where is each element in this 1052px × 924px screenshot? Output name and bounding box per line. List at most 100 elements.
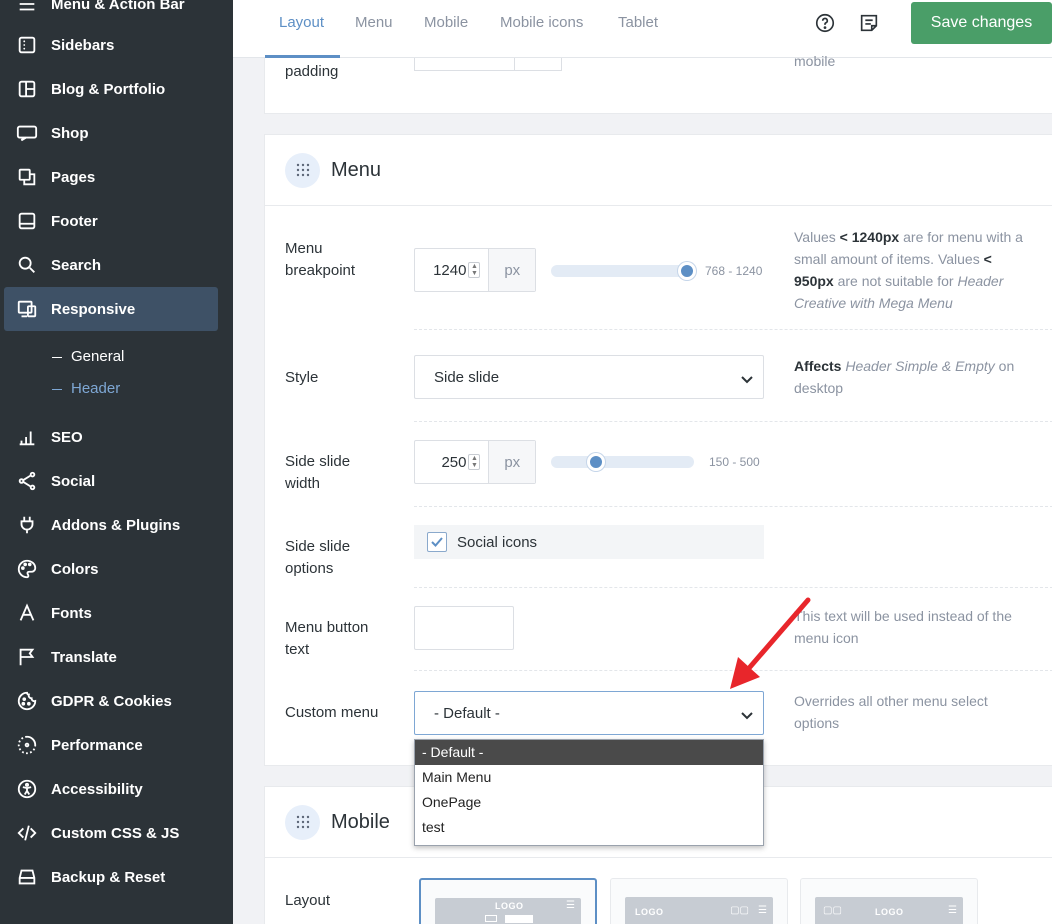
sidebar-item-shop[interactable]: Shop — [4, 111, 218, 155]
sidebar-item-backup-reset[interactable]: Backup & Reset — [4, 855, 218, 899]
custom-menu-dropdown: - Default - Main Menu OnePage test — [414, 739, 764, 846]
mobile-layout-option-3[interactable]: ▢▢ LOGO ☰ — [800, 878, 978, 924]
dash-icon — [52, 356, 62, 358]
menu-breakpoint-unit: px — [488, 249, 535, 291]
hamburger-icon: ☰ — [758, 905, 767, 916]
sidebar-subitem-header[interactable]: Header — [52, 380, 120, 397]
font-icon — [14, 602, 40, 624]
padding-input[interactable] — [414, 58, 562, 71]
tab-menu[interactable]: Menu — [355, 14, 393, 31]
sidebar-item-pages[interactable]: Pages — [4, 155, 218, 199]
menu-breakpoint-slider[interactable] — [551, 262, 696, 280]
sidebar-item-fonts[interactable]: Fonts — [4, 591, 218, 635]
social-icons-label: Social icons — [457, 533, 538, 551]
sidebar-item-label: Accessibility — [51, 780, 143, 798]
hamburger-icon: ☰ — [948, 905, 957, 916]
spinner-icon[interactable]: ▲ ▼ — [468, 454, 481, 470]
slider-handle[interactable] — [586, 453, 605, 471]
sidebar-item-label: Social — [51, 472, 96, 490]
sidebar-item-label: Colors — [51, 560, 99, 578]
sidebar-item-footer[interactable]: Footer — [4, 199, 218, 243]
sidebar-item-label: Custom CSS & JS — [51, 824, 180, 842]
sidebar-item-label: SEO — [51, 428, 83, 446]
tile-logo-text: LOGO — [495, 901, 524, 911]
sidebar-item-responsive[interactable]: Responsive — [4, 287, 218, 331]
menu-breakpoint-label: Menu breakpoint — [285, 240, 356, 279]
cookie-icon — [14, 690, 40, 712]
woo-icon — [14, 122, 40, 144]
dropdown-option[interactable]: OnePage — [415, 790, 763, 815]
sidebar-item-blog-portfolio[interactable]: Blog & Portfolio — [4, 67, 218, 111]
menu-card: Menu Menu breakpoint 1240 ▲ ▼ px 768 - 124… — [264, 134, 1052, 766]
sidebar-subitem-general[interactable]: General — [52, 348, 124, 365]
save-button[interactable]: Save changes — [911, 2, 1052, 44]
sidebar-item-label: Fonts — [51, 604, 92, 622]
pages-icon — [14, 166, 40, 188]
slider-handle[interactable] — [678, 262, 696, 280]
icon-box — [485, 915, 497, 922]
side-slide-width-input[interactable]: 250 ▲ ▼ px — [414, 440, 536, 484]
gauge-icon — [14, 734, 40, 756]
tab-mobile[interactable]: Mobile — [424, 14, 468, 31]
spinner-icon[interactable]: ▲ ▼ — [468, 262, 481, 278]
mobile-layout-option-2[interactable]: LOGO ▢▢ ☰ — [610, 878, 788, 924]
devices-icon — [14, 298, 40, 320]
menu-card-header: Menu — [265, 135, 1052, 206]
sidebar-item-label: Addons & Plugins — [51, 516, 181, 534]
layout-card-partial: padding mobile — [264, 53, 1052, 114]
sidebar-icon — [14, 34, 40, 56]
sidebar-subitem-label: General — [71, 348, 125, 365]
dropdown-option[interactable]: Main Menu — [415, 765, 763, 790]
sidebar-item-social[interactable]: Social — [4, 459, 218, 503]
palette-icon — [14, 558, 40, 580]
row-divider — [414, 587, 1052, 588]
custom-menu-select[interactable]: - Default - — [414, 691, 764, 735]
drag-grid-icon — [285, 152, 320, 188]
tab-tablet[interactable]: Tablet — [618, 14, 658, 31]
social-icons-option[interactable]: Social icons — [414, 525, 764, 559]
accessibility-icon — [14, 778, 40, 800]
side-slide-width-slider[interactable] — [551, 453, 694, 471]
sidebar-item-label: Sidebars — [51, 36, 115, 54]
sidebar-item-label: GDPR & Cookies — [51, 692, 172, 710]
sidebar-item-seo[interactable]: SEO — [4, 415, 218, 459]
custom-menu-help: Overrides all other menu select options — [794, 693, 988, 731]
mobile-layout-label: Layout — [285, 892, 331, 909]
tab-mobile-icons[interactable]: Mobile icons — [500, 14, 583, 31]
icon-box — [505, 915, 533, 923]
notes-icon[interactable] — [858, 12, 880, 34]
sidebar-item-search[interactable]: Search — [4, 243, 218, 287]
side-slide-width-label: Side slide width — [285, 453, 351, 492]
row-divider — [414, 421, 1052, 422]
dropdown-option[interactable]: test — [415, 815, 763, 840]
sidebar-item-label: Translate — [51, 648, 117, 666]
sidebar-item-label: Menu & Action Bar — [51, 0, 185, 13]
code-icon — [14, 822, 40, 844]
sidebar-item-translate[interactable]: Translate — [4, 635, 218, 679]
sidebar-item-label: Responsive — [51, 300, 136, 318]
social-icons-checkbox[interactable] — [427, 532, 447, 552]
menu-breakpoint-input[interactable]: 1240 ▲ ▼ px — [414, 248, 536, 292]
sidebar-item-accessibility[interactable]: Accessibility — [4, 767, 218, 811]
sidebar-item-addons-plugins[interactable]: Addons & Plugins — [4, 503, 218, 547]
tab-layout[interactable]: Layout — [279, 14, 324, 31]
sidebar-item-gdpr-cookies[interactable]: GDPR & Cookies — [4, 679, 218, 723]
sidebar-item-custom-css-js[interactable]: Custom CSS & JS — [4, 811, 218, 855]
mobile-section-title: Mobile — [331, 810, 390, 833]
menu-breakpoint-range: 768 - 1240 — [705, 264, 763, 278]
flag-icon — [14, 646, 40, 668]
share-icon — [14, 470, 40, 492]
mobile-layout-option-1[interactable]: LOGO ☰ — [419, 878, 597, 924]
menu-section-title: Menu — [331, 158, 382, 181]
plug-icon — [14, 514, 40, 536]
sidebar-item-performance[interactable]: Performance — [4, 723, 218, 767]
bar-chart-icon — [14, 426, 40, 448]
side-slide-width-value: 250 — [441, 453, 467, 471]
style-select[interactable]: Side slide — [414, 355, 764, 399]
dropdown-option[interactable]: - Default - — [415, 740, 763, 765]
menu-button-text-input[interactable] — [414, 606, 514, 650]
help-icon[interactable] — [814, 12, 836, 34]
sidebar-item-label: Footer — [51, 212, 98, 230]
sidebar-item-sidebars[interactable]: Sidebars — [4, 23, 218, 67]
sidebar-item-colors[interactable]: Colors — [4, 547, 218, 591]
